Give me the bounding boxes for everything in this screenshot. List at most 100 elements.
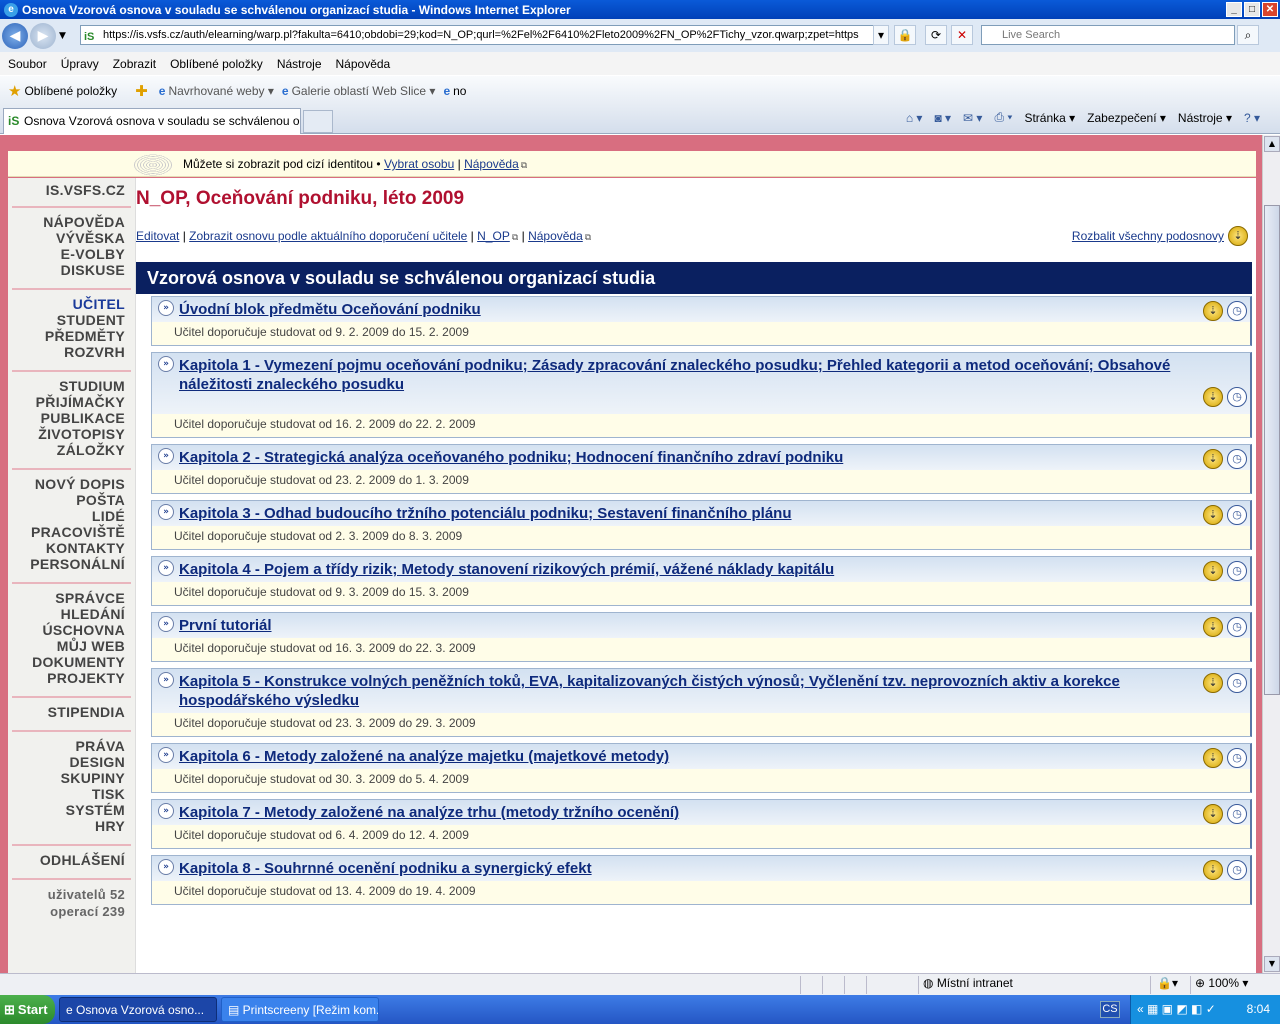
sidebar-item-diskuse[interactable]: DISKUSE <box>12 262 125 278</box>
home-icon[interactable]: ⌂ ▾ <box>906 111 923 125</box>
chapter-title-link[interactable]: Kapitola 4 - Pojem a třídy rizik; Metody… <box>152 557 1250 582</box>
expand-chapter-icon[interactable]: » <box>158 747 174 763</box>
sidebar-item-systém[interactable]: SYSTÉM <box>12 802 125 818</box>
tray-icons[interactable]: « ▦ ▣ ◩ ◧ ✓ <box>1131 995 1216 1024</box>
expand-chapter-icon[interactable]: » <box>158 504 174 520</box>
help-link[interactable]: Nápověda <box>528 229 583 243</box>
maximize-button[interactable]: □ <box>1244 2 1260 17</box>
download-icon[interactable]: ⇣ <box>1203 804 1223 824</box>
zone-indicator[interactable]: ◍ Místní intranet <box>918 976 1148 994</box>
history-dropdown-icon[interactable]: ▼ <box>59 31 66 41</box>
sidebar-item-hledání[interactable]: HLEDÁNÍ <box>12 606 125 622</box>
mail-icon[interactable]: ✉ ▾ <box>963 111 982 125</box>
menu-help[interactable]: Nápověda <box>336 57 391 71</box>
menu-favorites[interactable]: Oblíbené položky <box>170 57 263 71</box>
menu-tools[interactable]: Nástroje <box>277 57 322 71</box>
sidebar-item-učitel[interactable]: UČITEL <box>12 296 125 312</box>
close-button[interactable]: ✕ <box>1262 2 1278 17</box>
scroll-thumb[interactable] <box>1264 205 1280 695</box>
download-icon[interactable]: ⇣ <box>1203 387 1223 407</box>
sidebar-item-záložky[interactable]: ZÁLOŽKY <box>12 442 125 458</box>
sidebar-item-předměty[interactable]: PŘEDMĚTY <box>12 328 125 344</box>
sidebar-item-dokumenty[interactable]: DOKUMENTY <box>12 654 125 670</box>
sidebar-item-e-volby[interactable]: E-VOLBY <box>12 246 125 262</box>
chapter-title-link[interactable]: Kapitola 2 - Strategická analýza oceňova… <box>152 445 1250 470</box>
edit-link[interactable]: Editovat <box>136 229 179 243</box>
sidebar-item-rozvrh[interactable]: ROZVRH <box>12 344 125 360</box>
sidebar-item-práva[interactable]: PRÁVA <box>12 738 125 754</box>
suggested-sites-link[interactable]: e Navrhované weby ▾ <box>159 84 274 98</box>
clock-icon[interactable]: ◷ <box>1227 617 1247 637</box>
expand-all-link[interactable]: Rozbalit všechny podosnovy <box>1072 229 1224 243</box>
forward-button[interactable]: ▶ <box>30 22 56 49</box>
clock-icon[interactable]: ◷ <box>1227 301 1247 321</box>
sidebar-item-design[interactable]: DESIGN <box>12 754 125 770</box>
expand-chapter-icon[interactable]: » <box>158 300 174 316</box>
clock-icon[interactable]: ◷ <box>1227 804 1247 824</box>
clock-icon[interactable]: ◷ <box>1227 505 1247 525</box>
chapter-title-link[interactable]: Kapitola 1 - Vymezení pojmu oceňování po… <box>152 353 1250 414</box>
sidebar-item-projekty[interactable]: PROJEKTY <box>12 670 125 686</box>
chapter-title-link[interactable]: Kapitola 7 - Metody založené na analýze … <box>152 800 1250 825</box>
choose-person-link[interactable]: Vybrat osobu <box>384 157 454 171</box>
clock-icon[interactable]: ◷ <box>1227 748 1247 768</box>
sidebar-item-studium[interactable]: STUDIUM <box>12 378 125 394</box>
sidebar-item-tisk[interactable]: TISK <box>12 786 125 802</box>
refresh-icon[interactable]: ⟳ <box>925 25 947 45</box>
sidebar-item-skupiny[interactable]: SKUPINY <box>12 770 125 786</box>
address-input[interactable]: iS https://is.vsfs.cz/auth/elearning/warp… <box>80 25 888 45</box>
expand-chapter-icon[interactable]: » <box>158 448 174 464</box>
download-icon[interactable]: ⇣ <box>1203 561 1223 581</box>
search-input[interactable]: Live Search <box>981 25 1235 45</box>
sidebar-item-vývěska[interactable]: VÝVĚSKA <box>12 230 125 246</box>
sidebar-item-nápověda[interactable]: NÁPOVĚDA <box>12 214 125 230</box>
chapter-title-link[interactable]: Kapitola 6 - Metody založené na analýze … <box>152 744 1250 769</box>
sidebar-item-pošta[interactable]: POŠTA <box>12 492 125 508</box>
help-icon[interactable]: ? ▾ <box>1244 111 1260 125</box>
sidebar-item-student[interactable]: STUDENT <box>12 312 125 328</box>
sidebar-item-životopisy[interactable]: ŽIVOTOPISY <box>12 426 125 442</box>
tools-menu[interactable]: Nástroje ▾ <box>1178 111 1232 125</box>
sidebar-item-publikace[interactable]: PUBLIKACE <box>12 410 125 426</box>
expand-chapter-icon[interactable]: » <box>158 356 174 372</box>
download-icon[interactable]: ⇣ <box>1203 449 1223 469</box>
download-icon[interactable]: ⇣ <box>1203 860 1223 880</box>
download-icon[interactable]: ⇣ <box>1203 505 1223 525</box>
sidebar-item-můj-web[interactable]: MŮJ WEB <box>12 638 125 654</box>
sidebar-item-nový-dopis[interactable]: NOVÝ DOPIS <box>12 476 125 492</box>
clock-icon[interactable]: ◷ <box>1227 387 1247 407</box>
address-dropdown-icon[interactable]: ▾ <box>873 25 889 45</box>
protected-mode-icon[interactable]: 🔒▾ <box>1150 976 1188 994</box>
expand-chapter-icon[interactable]: » <box>158 803 174 819</box>
download-icon[interactable]: ⇣ <box>1203 748 1223 768</box>
favorite-no-link[interactable]: e no <box>443 84 466 98</box>
chapter-title-link[interactable]: Kapitola 3 - Odhad budoucího tržního pot… <box>152 501 1250 526</box>
identity-help-link[interactable]: Nápověda <box>464 157 519 171</box>
clock-icon[interactable]: ◷ <box>1227 561 1247 581</box>
stop-icon[interactable]: ✕ <box>951 25 973 45</box>
favorites-button[interactable]: ★ Oblíbené položky <box>8 82 117 100</box>
taskbar-ie-window[interactable]: e Osnova Vzorová osno... <box>59 997 217 1022</box>
show-recommended-link[interactable]: Zobrazit osnovu podle aktuálního doporuč… <box>189 229 467 243</box>
back-button[interactable]: ◀ <box>2 22 28 49</box>
chapter-title-link[interactable]: Kapitola 8 - Souhrnné ocenění podniku a … <box>152 856 1250 881</box>
add-favorite-button[interactable]: ✚ <box>135 82 151 100</box>
scroll-up-icon[interactable]: ▲ <box>1264 136 1280 152</box>
sidebar-item-pracoviště[interactable]: PRACOVIŠTĚ <box>12 524 125 540</box>
sidebar-item-personální[interactable]: PERSONÁLNÍ <box>12 556 125 572</box>
menu-view[interactable]: Zobrazit <box>113 57 156 71</box>
tab-active[interactable]: iS Osnova Vzorová osnova v souladu se sch… <box>3 108 301 134</box>
sidebar-item-kontakty[interactable]: KONTAKTY <box>12 540 125 556</box>
feeds-icon[interactable]: ◙ ▾ <box>934 111 951 125</box>
chapter-title-link[interactable]: Kapitola 5 - Konstrukce volných peněžníc… <box>152 669 1250 713</box>
scroll-down-icon[interactable]: ▼ <box>1264 956 1280 972</box>
sidebar-item-lidé[interactable]: LIDÉ <box>12 508 125 524</box>
expand-tree-icon[interactable]: ⇣ <box>1228 226 1248 246</box>
new-tab-button[interactable] <box>303 110 333 133</box>
sidebar-item-odhlášení[interactable]: ODHLÁŠENÍ <box>12 852 125 868</box>
download-icon[interactable]: ⇣ <box>1203 617 1223 637</box>
clock-icon[interactable]: ◷ <box>1227 860 1247 880</box>
lock-icon[interactable]: 🔒 <box>894 25 916 45</box>
sidebar-item-úschovna[interactable]: ÚSCHOVNA <box>12 622 125 638</box>
safety-menu[interactable]: Zabezpečení ▾ <box>1087 111 1166 125</box>
